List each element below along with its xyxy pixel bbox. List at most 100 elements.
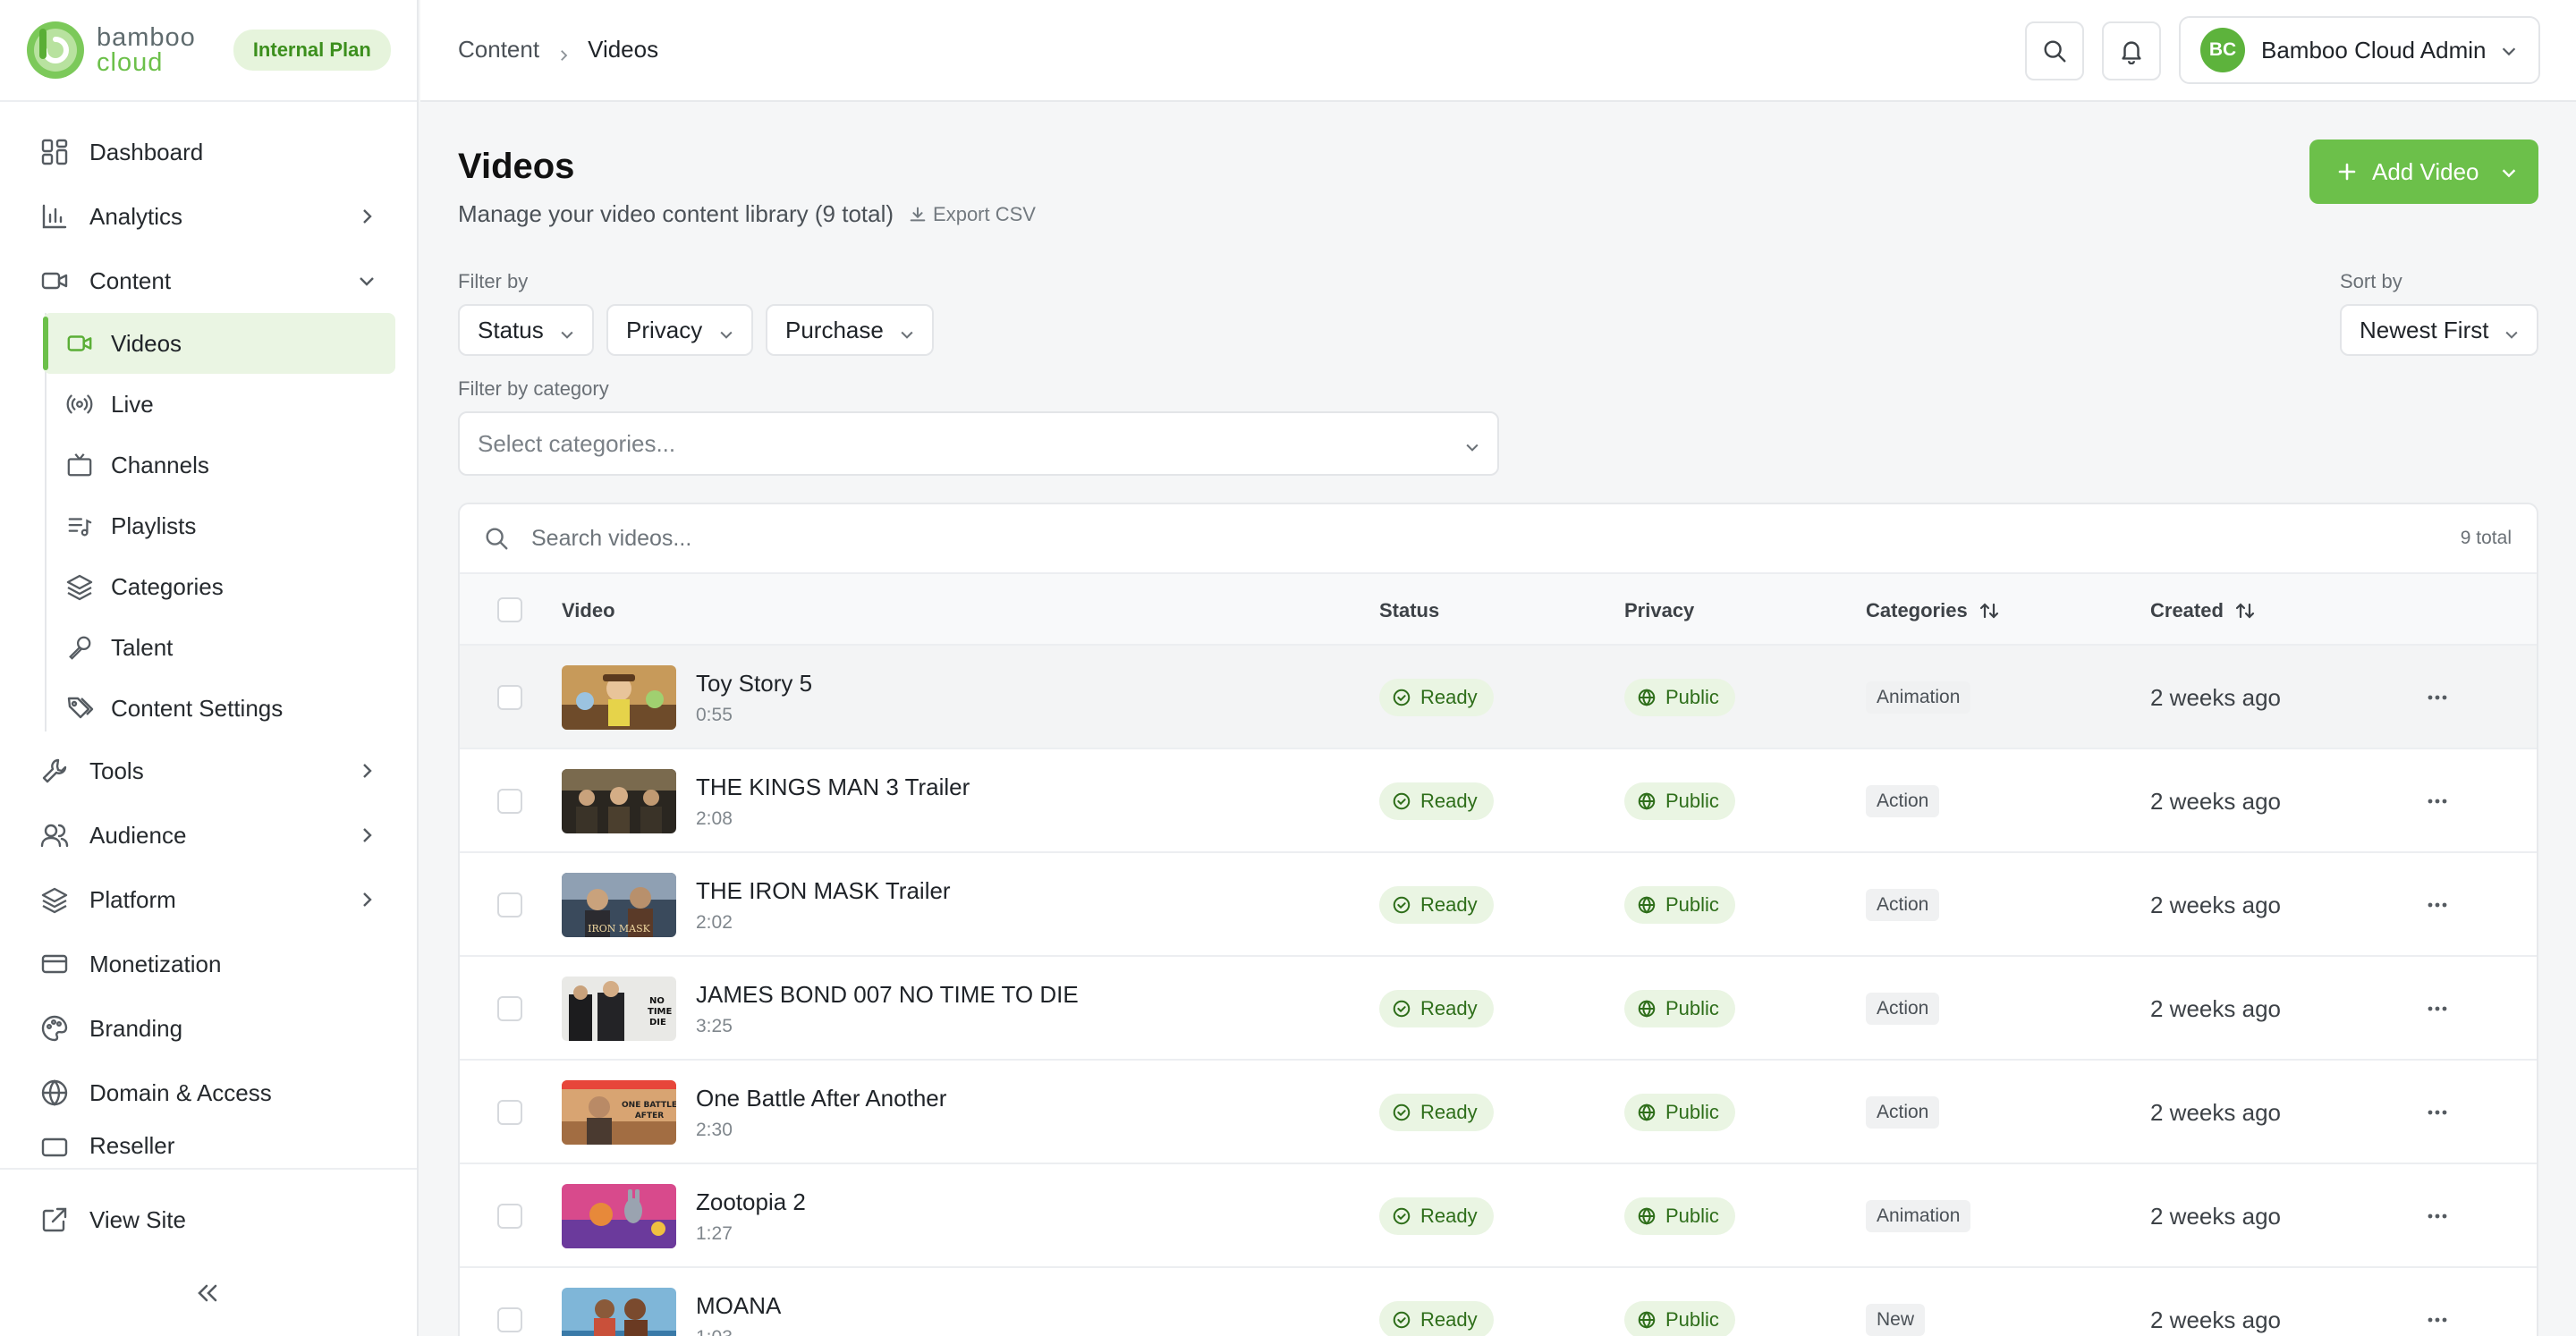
purchase-filter[interactable]: Purchase: [766, 304, 934, 356]
video-thumbnail[interactable]: NO TIME DIE: [562, 977, 676, 1041]
col-created[interactable]: Created: [2150, 599, 2256, 622]
row-checkbox[interactable]: [497, 853, 522, 957]
sidebar-item-analytics[interactable]: Analytics: [0, 184, 417, 249]
video-cell[interactable]: Zootopia 2 1:27: [562, 1164, 806, 1268]
collapse-sidebar-icon[interactable]: [191, 1277, 224, 1309]
col-categories[interactable]: Categories: [1866, 599, 2000, 622]
video-thumbnail[interactable]: [562, 665, 676, 730]
row-actions-button[interactable]: [2424, 646, 2451, 749]
video-title[interactable]: Zootopia 2: [696, 1188, 806, 1216]
table-row[interactable]: NO TIME DIE JAMES BOND 007 NO TIME TO DIE …: [460, 957, 2537, 1061]
page-title: Videos: [458, 147, 575, 186]
video-meta: THE KINGS MAN 3 Trailer 2:08: [696, 774, 970, 830]
video-title[interactable]: THE IRON MASK Trailer: [696, 877, 951, 905]
search-button[interactable]: [2025, 21, 2084, 80]
row-checkbox[interactable]: [497, 1268, 522, 1336]
chevron-right-icon: [555, 42, 572, 61]
table-row[interactable]: Zootopia 2 1:27 Ready Public Animation 2…: [460, 1164, 2537, 1268]
video-title[interactable]: MOANA: [696, 1292, 781, 1320]
select-all-checkbox[interactable]: [497, 597, 522, 622]
row-actions-button[interactable]: [2424, 957, 2451, 1061]
sidebar-item-audience[interactable]: Audience: [0, 803, 417, 867]
page-subtitle-row: Manage your video content library (9 tot…: [458, 200, 1036, 228]
video-title[interactable]: JAMES BOND 007 NO TIME TO DIE: [696, 981, 1079, 1009]
video-thumbnail[interactable]: ONE BATTLE AFTER: [562, 1080, 676, 1145]
notifications-button[interactable]: [2102, 21, 2161, 80]
sidebar-item-talent[interactable]: Talent: [43, 617, 395, 678]
row-checkbox[interactable]: [497, 1061, 522, 1164]
privacy-filter[interactable]: Privacy: [606, 304, 753, 356]
wrench-icon: [39, 756, 70, 786]
video-cell[interactable]: IRON MASK THE IRON MASK Trailer 2:02: [562, 853, 951, 957]
category-select[interactable]: Select categories...: [458, 411, 1499, 476]
bamboo-logo-icon[interactable]: [25, 20, 86, 80]
view-site-link[interactable]: View Site: [0, 1188, 417, 1252]
row-checkbox[interactable]: [497, 1164, 522, 1268]
sidebar-item-channels[interactable]: Channels: [43, 435, 395, 495]
sidebar-item-dashboard[interactable]: Dashboard: [0, 120, 417, 184]
sidebar-item-content-settings[interactable]: Content Settings: [43, 678, 395, 739]
video-cell[interactable]: THE KINGS MAN 3 Trailer 2:08: [562, 749, 970, 853]
privacy-badge: Public: [1624, 1094, 1735, 1131]
breadcrumb-content[interactable]: Content: [458, 36, 539, 63]
category-tag: Action: [1866, 785, 1940, 817]
sort-icon: [1979, 600, 2000, 621]
privacy-cell: Public: [1624, 1268, 1735, 1336]
video-title[interactable]: Toy Story 5: [696, 670, 812, 698]
sidebar-item-domain-access[interactable]: Domain & Access: [0, 1061, 417, 1125]
export-csv-link[interactable]: Export CSV: [908, 203, 1036, 226]
sort-select[interactable]: Newest First: [2340, 304, 2538, 356]
sidebar-item-videos[interactable]: Videos: [43, 313, 395, 374]
sidebar-item-content[interactable]: Content: [0, 249, 417, 313]
video-thumbnail[interactable]: [562, 1288, 676, 1336]
row-checkbox[interactable]: [497, 749, 522, 853]
privacy-badge: Public: [1624, 990, 1735, 1027]
table-row[interactable]: MOANA 1:03 Ready Public New 2 weeks ago: [460, 1268, 2537, 1336]
sidebar-item-live[interactable]: Live: [43, 374, 395, 435]
content-submenu: Videos Live Channels Playlists Categorie…: [43, 313, 417, 739]
row-checkbox[interactable]: [497, 646, 522, 749]
row-actions-button[interactable]: [2424, 1164, 2451, 1268]
user-menu-button[interactable]: BC Bamboo Cloud Admin: [2179, 16, 2540, 84]
sidebar-item-categories[interactable]: Categories: [43, 556, 395, 617]
filter-label: Filter by: [458, 270, 529, 292]
add-video-button[interactable]: Add Video: [2309, 140, 2538, 204]
svg-text:IRON MASK: IRON MASK: [588, 923, 651, 934]
table-row[interactable]: THE KINGS MAN 3 Trailer 2:08 Ready Publi…: [460, 749, 2537, 853]
row-actions-button[interactable]: [2424, 853, 2451, 957]
search-input[interactable]: Search videos...: [531, 526, 691, 552]
breadcrumb: Content Videos: [458, 36, 658, 63]
sort-label: Sort by: [2340, 270, 2402, 292]
video-thumbnail[interactable]: IRON MASK: [562, 873, 676, 937]
sidebar-item-monetization[interactable]: Monetization: [0, 932, 417, 996]
video-cell[interactable]: ONE BATTLE AFTER One Battle After Another…: [562, 1061, 946, 1164]
sidebar-item-reseller[interactable]: Reseller: [0, 1125, 417, 1161]
sidebar-item-label: Categories: [111, 572, 224, 600]
row-actions-button[interactable]: [2424, 1061, 2451, 1164]
table-row[interactable]: ONE BATTLE AFTER One Battle After Another…: [460, 1061, 2537, 1164]
row-actions-button[interactable]: [2424, 749, 2451, 853]
status-cell: Ready: [1379, 646, 1494, 749]
status-cell: Ready: [1379, 957, 1494, 1061]
check-circle-icon: [1392, 999, 1411, 1019]
video-thumbnail[interactable]: [562, 769, 676, 833]
video-title[interactable]: One Battle After Another: [696, 1085, 946, 1112]
table-row[interactable]: Toy Story 5 0:55 Ready Public Animation …: [460, 646, 2537, 749]
row-checkbox[interactable]: [497, 957, 522, 1061]
video-title[interactable]: THE KINGS MAN 3 Trailer: [696, 774, 970, 801]
row-actions-button[interactable]: [2424, 1268, 2451, 1336]
video-cell[interactable]: NO TIME DIE JAMES BOND 007 NO TIME TO DIE …: [562, 957, 1079, 1061]
privacy-badge: Public: [1624, 1301, 1735, 1336]
sidebar-item-playlists[interactable]: Playlists: [43, 495, 395, 556]
video-cell[interactable]: MOANA 1:03: [562, 1268, 781, 1336]
sidebar-item-branding[interactable]: Branding: [0, 996, 417, 1061]
video-thumbnail[interactable]: [562, 1184, 676, 1248]
status-filter[interactable]: Status: [458, 304, 594, 356]
check-circle-icon: [1392, 688, 1411, 707]
table-row[interactable]: IRON MASK THE IRON MASK Trailer 2:02 Rea…: [460, 853, 2537, 957]
chevron-down-icon: [558, 322, 576, 340]
total-count: 9 total: [2460, 528, 2512, 548]
sidebar-item-tools[interactable]: Tools: [0, 739, 417, 803]
video-cell[interactable]: Toy Story 5 0:55: [562, 646, 812, 749]
sidebar-item-platform[interactable]: Platform: [0, 867, 417, 932]
